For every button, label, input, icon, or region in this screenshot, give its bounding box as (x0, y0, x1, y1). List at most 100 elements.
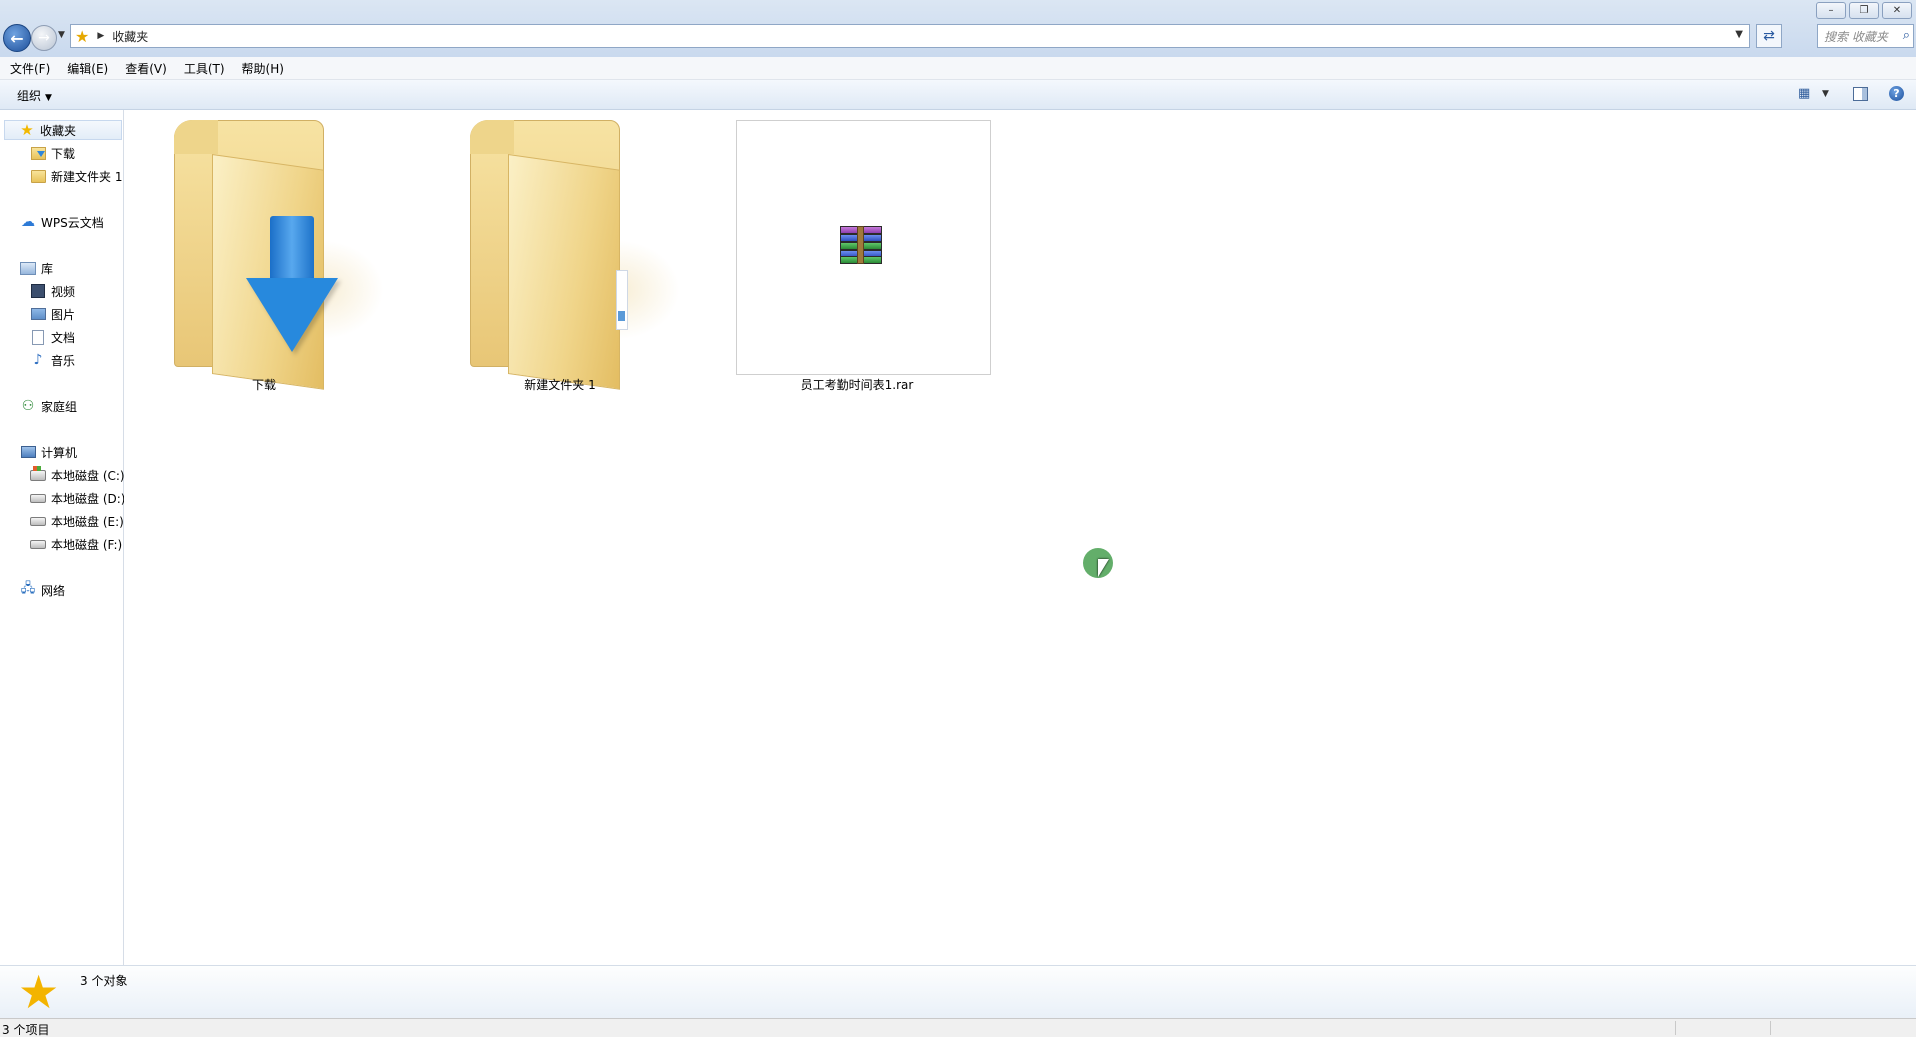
address-dropdown-icon[interactable]: ▼ (1735, 29, 1743, 40)
file-item-label: 下载 (251, 378, 276, 392)
window-controls: – ❐ ✕ (1816, 2, 1912, 19)
file-list-area[interactable]: 下载 新建文件夹 1 员工考勤时间表1.rar (124, 110, 1916, 965)
nav-computer-label: 计算机 (41, 445, 78, 460)
nav-pictures-label: 图片 (51, 307, 76, 322)
network-icon: 🖧 (20, 581, 36, 596)
download-folder-icon (174, 120, 384, 390)
back-arrow-icon: ← (10, 28, 24, 48)
nav-drive-c-label: 本地磁盘 (C:) (51, 468, 125, 483)
menu-bar: 文件(F) 编辑(E) 查看(V) 工具(T) 帮助(H) (0, 57, 1916, 80)
nav-favorites-label: 收藏夹 (40, 123, 77, 138)
file-item-new-folder[interactable]: 新建文件夹 1 (430, 110, 690, 400)
status-item-count: 3 个项目 (2, 1023, 50, 1037)
menu-file[interactable]: 文件(F) (3, 60, 57, 77)
forward-button[interactable]: → (31, 25, 57, 51)
drive-icon (30, 490, 46, 506)
minimize-button[interactable]: – (1816, 2, 1846, 19)
nav-drive-c[interactable]: 本地磁盘 (C:) (30, 465, 125, 485)
nav-network-label: 网络 (41, 583, 66, 598)
nav-computer[interactable]: 计算机 (20, 442, 77, 462)
nav-new-folder-label: 新建文件夹 1 (51, 169, 123, 184)
computer-icon (20, 444, 36, 460)
organize-button[interactable]: 组织 ▼ (17, 87, 52, 104)
status-bar: 3 个项目 (0, 1018, 1916, 1037)
nav-drive-d-label: 本地磁盘 (D:) (51, 491, 126, 506)
recent-pages-dropdown[interactable]: ▼ (58, 30, 65, 40)
breadcrumb-chevron-icon[interactable]: ▶ (97, 31, 104, 41)
nav-documents[interactable]: 文档 (30, 327, 75, 347)
file-item-rar[interactable]: 员工考勤时间表1.rar (727, 110, 991, 400)
menu-view[interactable]: 查看(V) (118, 60, 174, 77)
nav-homegroup[interactable]: ⚇ 家庭组 (20, 396, 77, 416)
refresh-button[interactable]: ⇄ (1756, 24, 1782, 48)
status-divider (1675, 1021, 1676, 1035)
menu-edit[interactable]: 编辑(E) (60, 60, 115, 77)
chevron-down-icon: ▼ (45, 93, 52, 103)
homegroup-icon: ⚇ (21, 398, 35, 414)
file-item-label: 员工考勤时间表1.rar (800, 378, 914, 392)
menu-help[interactable]: 帮助(H) (235, 60, 291, 77)
nav-pictures[interactable]: 图片 (30, 304, 75, 324)
search-icon[interactable]: ⌕ (1903, 28, 1910, 43)
folder-icon (470, 120, 680, 390)
nav-library[interactable]: 库 (20, 258, 53, 278)
refresh-icon: ⇄ (1763, 28, 1775, 44)
address-bar[interactable]: ★ ▶ 收藏夹 ▼ (70, 24, 1750, 48)
drive-icon (30, 536, 46, 552)
nav-videos[interactable]: 视频 (30, 281, 75, 301)
favorites-star-icon: ★ (18, 965, 60, 1019)
preview-pane-icon[interactable] (1853, 87, 1868, 101)
nav-wps-cloud[interactable]: ☁ WPS云文档 (20, 212, 104, 232)
nav-drive-f[interactable]: 本地磁盘 (F:) (30, 534, 122, 554)
download-folder-icon (30, 145, 46, 161)
nav-documents-label: 文档 (51, 330, 76, 345)
search-input[interactable]: 搜索 收藏夹 ⌕ (1817, 24, 1914, 48)
folder-icon (30, 168, 46, 184)
change-view-icon[interactable]: ▦ (1798, 86, 1814, 101)
rar-archive-icon (840, 226, 882, 264)
file-item-downloads[interactable]: 下载 (134, 110, 394, 400)
forward-arrow-icon: → (38, 30, 50, 46)
navigation-pane: ★ 收藏夹 下载 新建文件夹 1 ☁ WPS云文档 库 视频 图片 文档 ♪ 音… (0, 110, 125, 965)
nav-music[interactable]: ♪ 音乐 (30, 350, 75, 370)
nav-wps-label: WPS云文档 (41, 215, 104, 230)
nav-new-folder[interactable]: 新建文件夹 1 (30, 166, 122, 186)
nav-network[interactable]: 🖧 网络 (20, 580, 65, 600)
nav-drive-d[interactable]: 本地磁盘 (D:) (30, 488, 125, 508)
favorites-star-icon: ★ (20, 121, 34, 139)
help-icon[interactable]: ? (1889, 86, 1904, 101)
video-icon (30, 283, 46, 299)
search-placeholder: 搜索 收藏夹 (1824, 29, 1888, 44)
system-drive-icon (30, 465, 46, 483)
breadcrumb-favorites[interactable]: 收藏夹 (112, 28, 148, 45)
view-dropdown-icon[interactable]: ▼ (1822, 89, 1829, 99)
favorites-star-icon: ★ (75, 26, 90, 46)
picture-icon (30, 306, 46, 322)
mouse-pointer-icon (1098, 559, 1109, 577)
drive-icon (30, 513, 46, 529)
selection-count: 3 个对象 (80, 974, 128, 988)
nav-videos-label: 视频 (51, 284, 76, 299)
organize-label: 组织 (17, 89, 42, 103)
nav-drive-f-label: 本地磁盘 (F:) (51, 537, 123, 552)
details-pane: ★ 3 个对象 (0, 965, 1916, 1019)
nav-music-label: 音乐 (51, 353, 76, 368)
nav-downloads[interactable]: 下载 (30, 143, 75, 163)
cloud-icon: ☁ (21, 214, 35, 230)
file-item-label: 新建文件夹 1 (524, 378, 596, 392)
close-button[interactable]: ✕ (1882, 2, 1912, 19)
status-divider (1770, 1021, 1771, 1035)
nav-drive-e-label: 本地磁盘 (E:) (51, 514, 124, 529)
nav-library-label: 库 (41, 261, 54, 276)
title-address-bar: – ❐ ✕ ← → ▼ ★ ▶ 收藏夹 ▼ ⇄ 搜索 收藏夹 ⌕ (0, 0, 1916, 57)
library-icon (20, 260, 36, 276)
nav-downloads-label: 下载 (51, 146, 76, 161)
file-thumbnail (736, 120, 991, 375)
command-bar: 组织 ▼ ▦ ▼ ? (0, 80, 1916, 110)
nav-drive-e[interactable]: 本地磁盘 (E:) (30, 511, 124, 531)
menu-tools[interactable]: 工具(T) (177, 60, 232, 77)
back-button[interactable]: ← (3, 24, 31, 52)
document-icon (30, 329, 46, 345)
nav-favorites[interactable]: ★ 收藏夹 (4, 120, 122, 140)
restore-button[interactable]: ❐ (1849, 2, 1879, 19)
